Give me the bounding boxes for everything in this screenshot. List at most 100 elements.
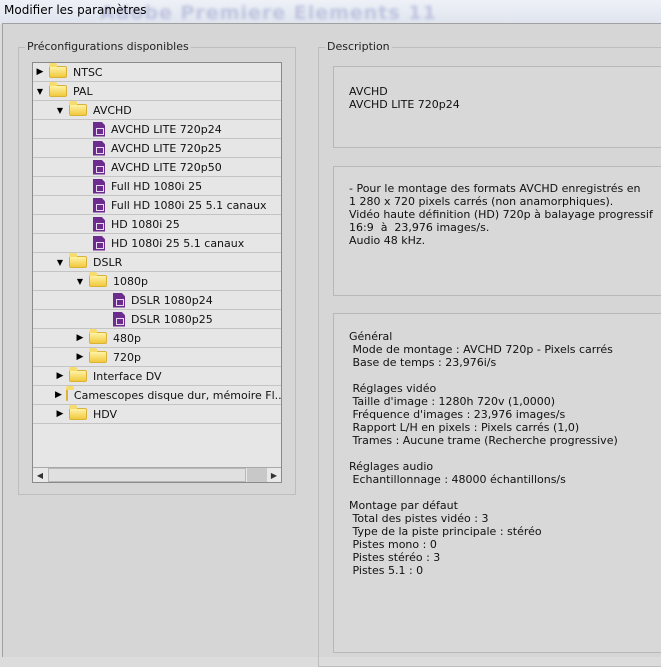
tree-item[interactable]: AVCHD LITE 720p50 <box>33 158 281 177</box>
tree-item-label: 480p <box>113 331 141 345</box>
presets-tree[interactable]: ▶ NTSC ▼ PAL ▼ AVCHD AVCHD LITE 720p24 AVCHD LI… <box>32 62 282 483</box>
tree-item[interactable]: HD 1080i 25 5.1 canaux <box>33 234 281 253</box>
preset-file-icon <box>93 235 105 251</box>
tree-item[interactable]: AVCHD LITE 720p24 <box>33 120 281 139</box>
scroll-track[interactable] <box>247 468 267 482</box>
description-line: Total des pistes vidéo : 3 <box>349 512 489 525</box>
title-bar: Adobe Premiere Elements 11 Modifier les … <box>0 0 661 24</box>
folder-icon <box>69 253 87 268</box>
tree-item[interactable]: ▼ AVCHD <box>33 101 281 120</box>
expanded-arrow-icon[interactable]: ▼ <box>35 87 45 96</box>
description-line: Mode de montage : AVCHD 720p - Pixels ca… <box>349 343 613 356</box>
tree-item[interactable]: ▶ 480p <box>33 329 281 348</box>
tree-item[interactable]: ▶ Interface DV <box>33 367 281 386</box>
tree-item[interactable]: ▼ PAL <box>33 82 281 101</box>
tree-item-label: Full HD 1080i 25 <box>111 179 203 193</box>
tree-item-label: HD 1080i 25 5.1 canaux <box>111 236 245 250</box>
tree-item-label: AVCHD LITE 720p25 <box>111 141 222 155</box>
description-line: Pistes mono : 0 <box>349 538 437 551</box>
description-line: Pistes stéréo : 3 <box>349 551 441 564</box>
tree-item-label: HDV <box>93 407 118 421</box>
tree-item-label: AVCHD LITE 720p50 <box>111 160 222 174</box>
description-line: Taille d'image : 1280h 720v (1,0000) <box>349 395 556 408</box>
tree-item[interactable]: Full HD 1080i 25 5.1 canaux <box>33 196 281 215</box>
tree-item-label: Interface DV <box>93 369 162 383</box>
tree-item-label: DSLR 1080p25 <box>131 312 213 326</box>
preset-file-icon <box>93 197 105 213</box>
collapsed-arrow-icon[interactable]: ▶ <box>55 371 65 381</box>
description-line: Pistes 5.1 : 0 <box>349 564 424 577</box>
description-line: 16:9 à 23,976 images/s. <box>349 221 490 234</box>
background-window-title: Adobe Premiere Elements 11 <box>100 2 437 24</box>
tree-item[interactable]: Full HD 1080i 25 <box>33 177 281 196</box>
preset-file-icon <box>93 140 105 156</box>
folder-icon <box>89 329 107 344</box>
description-line <box>349 447 661 460</box>
description-line: Réglages vidéo <box>349 382 437 395</box>
tree-item-label: 1080p <box>113 274 148 288</box>
tree-item[interactable]: DSLR 1080p24 <box>33 291 281 310</box>
scroll-left-button[interactable]: ◀ <box>33 468 47 482</box>
expanded-arrow-icon[interactable]: ▼ <box>75 277 85 286</box>
preset-file-icon <box>113 311 125 327</box>
description-line: 1 280 x 720 pixels carrés (non anamorphi… <box>349 195 614 208</box>
description-line: Trames : Aucune trame (Recherche progres… <box>349 434 618 447</box>
tree-item-label: Full HD 1080i 25 5.1 canaux <box>111 198 267 212</box>
tree-item-label: AVCHD <box>93 103 132 117</box>
description-line: Base de temps : 23,976i/s <box>349 356 497 369</box>
folder-icon <box>49 63 67 78</box>
tree-item-label: PAL <box>73 84 93 98</box>
tree-item-label: DSLR <box>93 255 123 269</box>
description-line <box>349 486 661 499</box>
description-line: Audio 48 kHz. <box>349 234 426 247</box>
folder-icon <box>49 82 67 97</box>
description-line: - Pour le montage des formats AVCHD enre… <box>349 182 641 195</box>
collapsed-arrow-icon[interactable]: ▶ <box>35 67 45 77</box>
scroll-right-button[interactable]: ▶ <box>267 468 281 482</box>
description-line <box>349 369 661 382</box>
description-line: Type de la piste principale : stéréo <box>349 525 542 538</box>
folder-icon <box>89 272 107 287</box>
scroll-thumb[interactable] <box>48 468 246 482</box>
tree-item-label: NTSC <box>73 65 103 79</box>
horizontal-scrollbar[interactable]: ◀ ▶ <box>33 467 281 482</box>
collapsed-arrow-icon[interactable]: ▶ <box>75 352 85 362</box>
preset-file-icon <box>93 216 105 232</box>
folder-icon <box>69 405 87 420</box>
collapsed-arrow-icon[interactable]: ▶ <box>75 333 85 343</box>
tree-item[interactable]: ▼ DSLR <box>33 253 281 272</box>
window-title: Modifier les paramètres <box>4 3 147 17</box>
description-line: AVCHD <box>349 85 388 98</box>
tree-item[interactable]: ▶ Camescopes disque dur, mémoire Fl... <box>33 386 281 405</box>
expanded-arrow-icon[interactable]: ▼ <box>55 106 65 115</box>
tree-item-label: HD 1080i 25 <box>111 217 180 231</box>
tree-item-label: DSLR 1080p24 <box>131 293 213 307</box>
description-line: Montage par défaut <box>349 499 458 512</box>
description-name-box: AVCHD AVCHD LITE 720p24 <box>333 66 661 148</box>
collapsed-arrow-icon[interactable]: ▶ <box>55 409 65 419</box>
tree-item-label: AVCHD LITE 720p24 <box>111 122 222 136</box>
description-line: Fréquence d'images : 23,976 images/s <box>349 408 566 421</box>
description-details-box: Général Mode de montage : AVCHD 720p - P… <box>333 313 661 653</box>
folder-icon <box>65 386 74 401</box>
preset-file-icon <box>113 292 125 308</box>
preset-file-icon <box>93 121 105 137</box>
tree-item[interactable]: ▶ NTSC <box>33 63 281 82</box>
preset-file-icon <box>93 178 105 194</box>
folder-icon <box>69 101 87 116</box>
folder-icon <box>69 367 87 382</box>
collapsed-arrow-icon[interactable]: ▶ <box>55 390 62 400</box>
tree-item[interactable]: ▶ 720p <box>33 348 281 367</box>
description-line: Réglages audio <box>349 460 434 473</box>
description-legend: Description <box>325 40 392 53</box>
tree-item[interactable]: ▼ 1080p <box>33 272 281 291</box>
tree-item[interactable]: DSLR 1080p25 <box>33 310 281 329</box>
tree-item[interactable]: HD 1080i 25 <box>33 215 281 234</box>
expanded-arrow-icon[interactable]: ▼ <box>55 258 65 267</box>
tree-item[interactable]: AVCHD LITE 720p25 <box>33 139 281 158</box>
description-line: AVCHD LITE 720p24 <box>349 98 460 111</box>
tree-item-label: 720p <box>113 350 141 364</box>
description-line: Général <box>349 330 393 343</box>
tree-item[interactable]: ▶ HDV <box>33 405 281 424</box>
description-line: Rapport L/H en pixels : Pixels carrés (1… <box>349 421 580 434</box>
